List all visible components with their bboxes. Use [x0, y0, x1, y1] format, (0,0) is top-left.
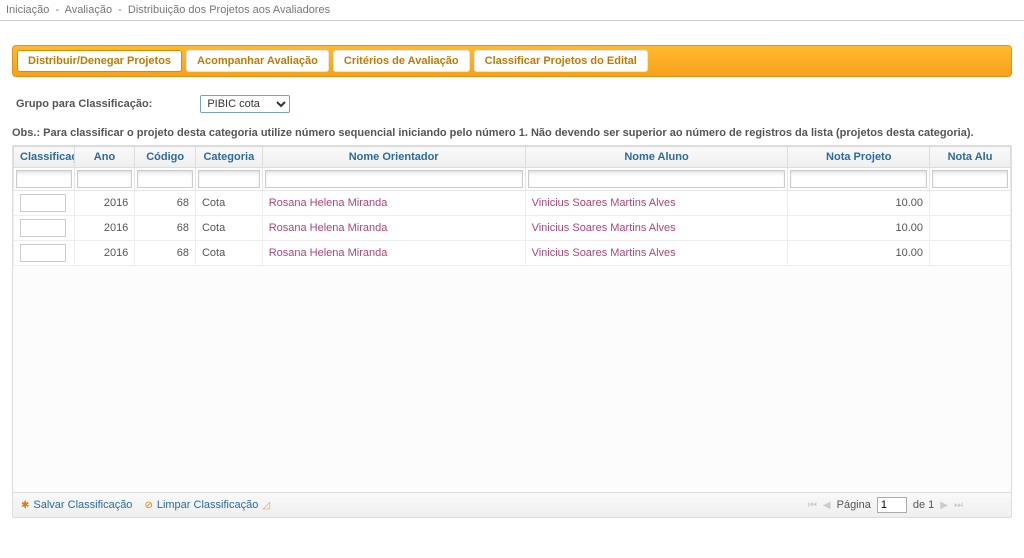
table-row[interactable]: 201668CotaRosana Helena MirandaVinicius … [14, 191, 1011, 216]
cell-categoria: Cota [195, 241, 262, 266]
filter-orientador[interactable] [265, 170, 523, 188]
cell-orientador[interactable]: Rosana Helena Miranda [262, 216, 525, 241]
breadcrumb-item[interactable]: Avaliação [65, 4, 113, 16]
page-total: de 1 [913, 499, 934, 511]
classificacao-input[interactable] [20, 219, 66, 237]
filter-nota-projeto[interactable] [790, 170, 927, 188]
cell-aluno[interactable]: Vinicius Soares Martins Alves [525, 216, 788, 241]
tab-distribuir[interactable]: Distribuir/Denegar Projetos [17, 50, 182, 72]
last-page-button[interactable]: ⏭ [954, 500, 963, 511]
cell-categoria: Cota [195, 191, 262, 216]
filter-classificacao[interactable] [16, 170, 72, 188]
cell-nota-aluno [930, 241, 1011, 266]
cell-nota-projeto: 10.00 [788, 241, 930, 266]
cell-codigo: 68 [135, 191, 196, 216]
pagination: ⏮ ◀ Página de 1 ▶ ⏭ [808, 497, 963, 513]
col-orientador[interactable]: Nome Orientador [262, 147, 525, 168]
projects-grid: Classificaç Ano Código Categoria Nome Or… [12, 145, 1012, 518]
col-codigo[interactable]: Código [135, 147, 196, 168]
cell-aluno[interactable]: Vinicius Soares Martins Alves [525, 191, 788, 216]
breadcrumb-sep: - [118, 4, 122, 16]
col-classificacao[interactable]: Classificaç [14, 147, 75, 168]
cell-aluno[interactable]: Vinicius Soares Martins Alves [525, 241, 788, 266]
tab-criterios[interactable]: Critérios de Avaliação [333, 50, 470, 72]
next-page-button[interactable]: ▶ [940, 500, 948, 511]
cell-codigo: 68 [135, 241, 196, 266]
cell-orientador[interactable]: Rosana Helena Miranda [262, 191, 525, 216]
group-select[interactable]: PIBIC cota [200, 95, 290, 113]
group-label: Grupo para Classificação: [16, 98, 152, 110]
filter-aluno[interactable] [528, 170, 786, 188]
cell-nota-projeto: 10.00 [788, 216, 930, 241]
page-label: Página [837, 499, 871, 511]
col-nota-projeto[interactable]: Nota Projeto [788, 147, 930, 168]
limpar-classificacao-button[interactable]: ⊘ Limpar Classificação ◿ [144, 499, 270, 511]
cell-ano: 2016 [74, 241, 135, 266]
breadcrumb-item[interactable]: Iniciação [6, 4, 49, 16]
filter-categoria[interactable] [198, 170, 260, 188]
cell-nota-aluno [930, 191, 1011, 216]
page-input[interactable] [877, 497, 907, 513]
tab-classificar[interactable]: Classificar Projetos do Edital [474, 50, 648, 72]
filter-ano[interactable] [77, 170, 133, 188]
col-aluno[interactable]: Nome Aluno [525, 147, 788, 168]
cell-nota-aluno [930, 216, 1011, 241]
col-ano[interactable]: Ano [74, 147, 135, 168]
filter-row [14, 168, 1011, 191]
breadcrumb-sep: - [55, 4, 59, 16]
clear-icon: ⊘ [144, 500, 152, 511]
col-nota-aluno[interactable]: Nota Alu [930, 147, 1011, 168]
cell-nota-projeto: 10.00 [788, 191, 930, 216]
cell-categoria: Cota [195, 216, 262, 241]
table-row[interactable]: 201668CotaRosana Helena MirandaVinicius … [14, 241, 1011, 266]
breadcrumb-item: Distribuição dos Projetos aos Avaliadore… [128, 4, 330, 16]
filter-codigo[interactable] [137, 170, 193, 188]
prev-page-button[interactable]: ◀ [823, 500, 831, 511]
limpar-label: Limpar Classificação [157, 499, 258, 511]
tabs-bar: Distribuir/Denegar Projetos Acompanhar A… [12, 45, 1012, 77]
save-icon: ✱ [21, 500, 29, 511]
grid-footer: ✱ Salvar Classificação ⊘ Limpar Classifi… [13, 492, 1011, 517]
salvar-label: Salvar Classificação [33, 499, 132, 511]
classificacao-input[interactable] [20, 244, 66, 262]
breadcrumb: Iniciação - Avaliação - Distribuição dos… [0, 0, 1024, 21]
salvar-classificacao-button[interactable]: ✱ Salvar Classificação [21, 499, 132, 511]
header-row: Classificaç Ano Código Categoria Nome Or… [14, 147, 1011, 168]
group-row: Grupo para Classificação: PIBIC cota [12, 91, 1012, 125]
cell-orientador[interactable]: Rosana Helena Miranda [262, 241, 525, 266]
cell-ano: 2016 [74, 216, 135, 241]
tab-acompanhar[interactable]: Acompanhar Avaliação [186, 50, 329, 72]
cell-ano: 2016 [74, 191, 135, 216]
table-row[interactable]: 201668CotaRosana Helena MirandaVinicius … [14, 216, 1011, 241]
obs-text: Obs.: Para classificar o projeto desta c… [12, 125, 1012, 145]
dropdown-icon: ◿ [262, 500, 270, 511]
col-categoria[interactable]: Categoria [195, 147, 262, 168]
cell-codigo: 68 [135, 216, 196, 241]
classificacao-input[interactable] [20, 194, 66, 212]
filter-nota-aluno[interactable] [932, 170, 1008, 188]
first-page-button[interactable]: ⏮ [808, 500, 817, 511]
